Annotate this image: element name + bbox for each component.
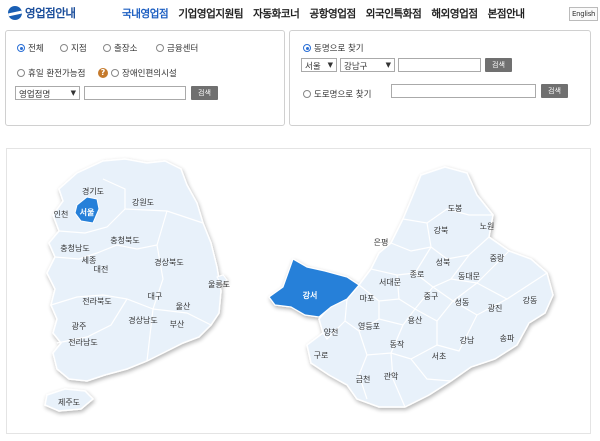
seoul-district-label-19[interactable]: 동작 — [390, 339, 405, 349]
radio-icon — [111, 69, 119, 77]
seoul-district-label-7[interactable]: 종로 — [410, 270, 425, 279]
seoul-district-label-3[interactable]: 은평 — [374, 237, 389, 247]
seoul-district-label-14[interactable]: 강동 — [523, 295, 538, 305]
nav-overseas-branches[interactable]: 해외영업점 — [431, 6, 478, 21]
korea-region-label-10[interactable]: 대구 — [148, 292, 163, 301]
radio-icon — [156, 44, 164, 52]
korea-region-label-3[interactable]: 서울 — [80, 207, 95, 217]
region-keyword-input[interactable] — [398, 58, 481, 72]
korea-region-label-14[interactable]: 경상남도 — [128, 315, 157, 325]
branch-type-search-panel: 전체 지점 출장소 금융센터 휴일 환전가능점 ? 장애인편의시설 영업점명 ▼… — [5, 30, 285, 126]
seoul-district-label-11[interactable]: 중구 — [424, 292, 439, 301]
select-value: 서울 — [305, 62, 321, 72]
seoul-district-label-17[interactable]: 용산 — [408, 315, 423, 325]
logo-text: 영업점안내 — [25, 6, 76, 20]
seoul-district-label-5[interactable]: 중랑 — [490, 253, 505, 263]
english-button[interactable]: English — [569, 7, 599, 21]
korea-region-label-13[interactable]: 광주 — [72, 321, 87, 331]
korea-region-label-4[interactable]: 충청북도 — [110, 236, 139, 245]
korea-region-label-17[interactable]: 제주도 — [58, 398, 80, 407]
search-category-select[interactable]: 영업점명 ▼ — [15, 86, 80, 100]
map-area: 경기도강원도인천 서울충청북도충청남도세종 대전 경상북도전라북도 대구울산 울릉도광주 경… — [6, 148, 591, 434]
seoul-district-label-22[interactable]: 서초 — [432, 352, 447, 361]
nav-head-office[interactable]: 본점안내 — [488, 6, 525, 21]
seoul-district-label-12[interactable]: 성동 — [455, 298, 470, 307]
search-button[interactable]: 검색 — [191, 86, 218, 100]
road-search-button[interactable]: 검색 — [541, 84, 568, 98]
korea-region-label-12[interactable]: 울릉도 — [208, 280, 230, 289]
nav-foreigner-branches[interactable]: 외국인특화점 — [366, 6, 422, 21]
radio-icon — [17, 69, 25, 77]
seoul-district-label-20[interactable]: 강남 — [460, 335, 475, 345]
region-search-panel: 동명으로 찾기 서울 ▼ 강남구 ▼ 검색 도로명으로 찾기 검색 — [289, 30, 591, 126]
nav-atm-corner[interactable]: 자동화코너 — [253, 6, 300, 21]
korea-region-label-15[interactable]: 부산 — [170, 319, 185, 329]
seoul-district-label-2[interactable]: 노원 — [480, 222, 495, 231]
city-select[interactable]: 서울 ▼ — [301, 58, 337, 72]
seoul-district-label-16[interactable]: 영등포 — [358, 321, 380, 331]
seoul-district-label-23[interactable]: 금천 — [356, 374, 371, 384]
select-value: 영업점명 — [19, 90, 51, 100]
holiday-exchange-radio[interactable]: 휴일 환전가능점 — [17, 67, 85, 79]
seoul-district-label-15[interactable]: 양천 — [324, 327, 339, 337]
accessible-facility-radio[interactable]: 장애인편의시설 — [111, 67, 177, 79]
korea-region-label-9[interactable]: 전라북도 — [82, 296, 111, 306]
branch-name-input[interactable] — [84, 86, 186, 100]
nav-domestic-branches[interactable]: 국내영업점 — [122, 6, 169, 21]
select-value: 강남구 — [344, 62, 368, 72]
radio-icon — [303, 90, 311, 98]
korea-region-label-1[interactable]: 강원도 — [132, 197, 154, 207]
seoul-district-label-0[interactable]: 도봉 — [448, 204, 463, 213]
korea-map — [44, 158, 228, 412]
seoul-district-label-9[interactable]: 강서 — [303, 290, 318, 300]
type-branch-radio[interactable]: 지점 — [60, 42, 87, 54]
korea-region-label-6[interactable]: 세종 — [82, 256, 97, 265]
logo-icon — [8, 6, 22, 20]
seoul-district-label-6[interactable]: 서대문 — [379, 278, 401, 287]
korea-region-label-5[interactable]: 충청남도 — [60, 244, 89, 253]
korea-region-label-7[interactable]: 대전 — [94, 264, 109, 274]
korea-region-label-16[interactable]: 전라남도 — [68, 337, 97, 347]
seoul-district-label-21[interactable]: 송파 — [500, 334, 515, 343]
radio-icon — [60, 44, 68, 52]
header: 영업점안내 국내영업점 기업영업지원팀 자동화코너 공항영업점 외국인특화점 해… — [0, 0, 600, 28]
korea-region-label-8[interactable]: 경상북도 — [154, 257, 183, 267]
nav-corporate-support-team[interactable]: 기업영업지원팀 — [178, 6, 243, 21]
logo[interactable]: 영업점안내 — [8, 5, 76, 21]
korea-region-label-0[interactable]: 경기도 — [82, 186, 104, 196]
chevron-down-icon: ▼ — [385, 61, 391, 69]
type-all-radio[interactable]: 전체 — [17, 42, 44, 54]
radio-icon — [103, 44, 111, 52]
type-financial-center-radio[interactable]: 금융센터 — [156, 42, 198, 54]
seoul-district-label-10[interactable]: 마포 — [360, 294, 375, 303]
korea-region-label-2[interactable]: 인천 — [54, 209, 69, 219]
type-sub-branch-radio[interactable]: 출장소 — [103, 42, 137, 54]
korea-mainland-shape — [46, 158, 222, 382]
district-select[interactable]: 강남구 ▼ — [340, 58, 395, 72]
radio-icon — [17, 44, 25, 52]
seoul-district-label-1[interactable]: 강북 — [434, 225, 449, 235]
seoul-district-label-18[interactable]: 구로 — [314, 351, 329, 360]
search-by-region-radio[interactable]: 동명으로 찾기 — [303, 42, 364, 54]
search-by-road-radio[interactable]: 도로명으로 찾기 — [303, 88, 371, 100]
nav-airport-branches[interactable]: 공항영업점 — [309, 6, 356, 21]
seoul-district-label-24[interactable]: 관악 — [384, 371, 399, 381]
main-nav: 국내영업점 기업영업지원팀 자동화코너 공항영업점 외국인특화점 해외영업점 본… — [122, 6, 535, 21]
seoul-map — [268, 166, 554, 408]
korea-region-label-11[interactable]: 울산 — [176, 301, 191, 311]
radio-icon — [303, 44, 311, 52]
chevron-down-icon: ▼ — [70, 89, 76, 97]
chevron-down-icon: ▼ — [327, 61, 333, 69]
seoul-district-label-4[interactable]: 성북 — [436, 258, 451, 267]
seoul-district-label-13[interactable]: 광진 — [488, 303, 503, 313]
road-name-input[interactable] — [391, 84, 536, 98]
seoul-district-label-8[interactable]: 동대문 — [458, 272, 480, 281]
region-search-button[interactable]: 검색 — [485, 58, 512, 72]
help-icon[interactable]: ? — [98, 68, 108, 78]
map-svg: 경기도강원도인천 서울충청북도충청남도세종대전 경상북도전라북도 대구울산 울릉도광주 경… — [44, 158, 554, 412]
